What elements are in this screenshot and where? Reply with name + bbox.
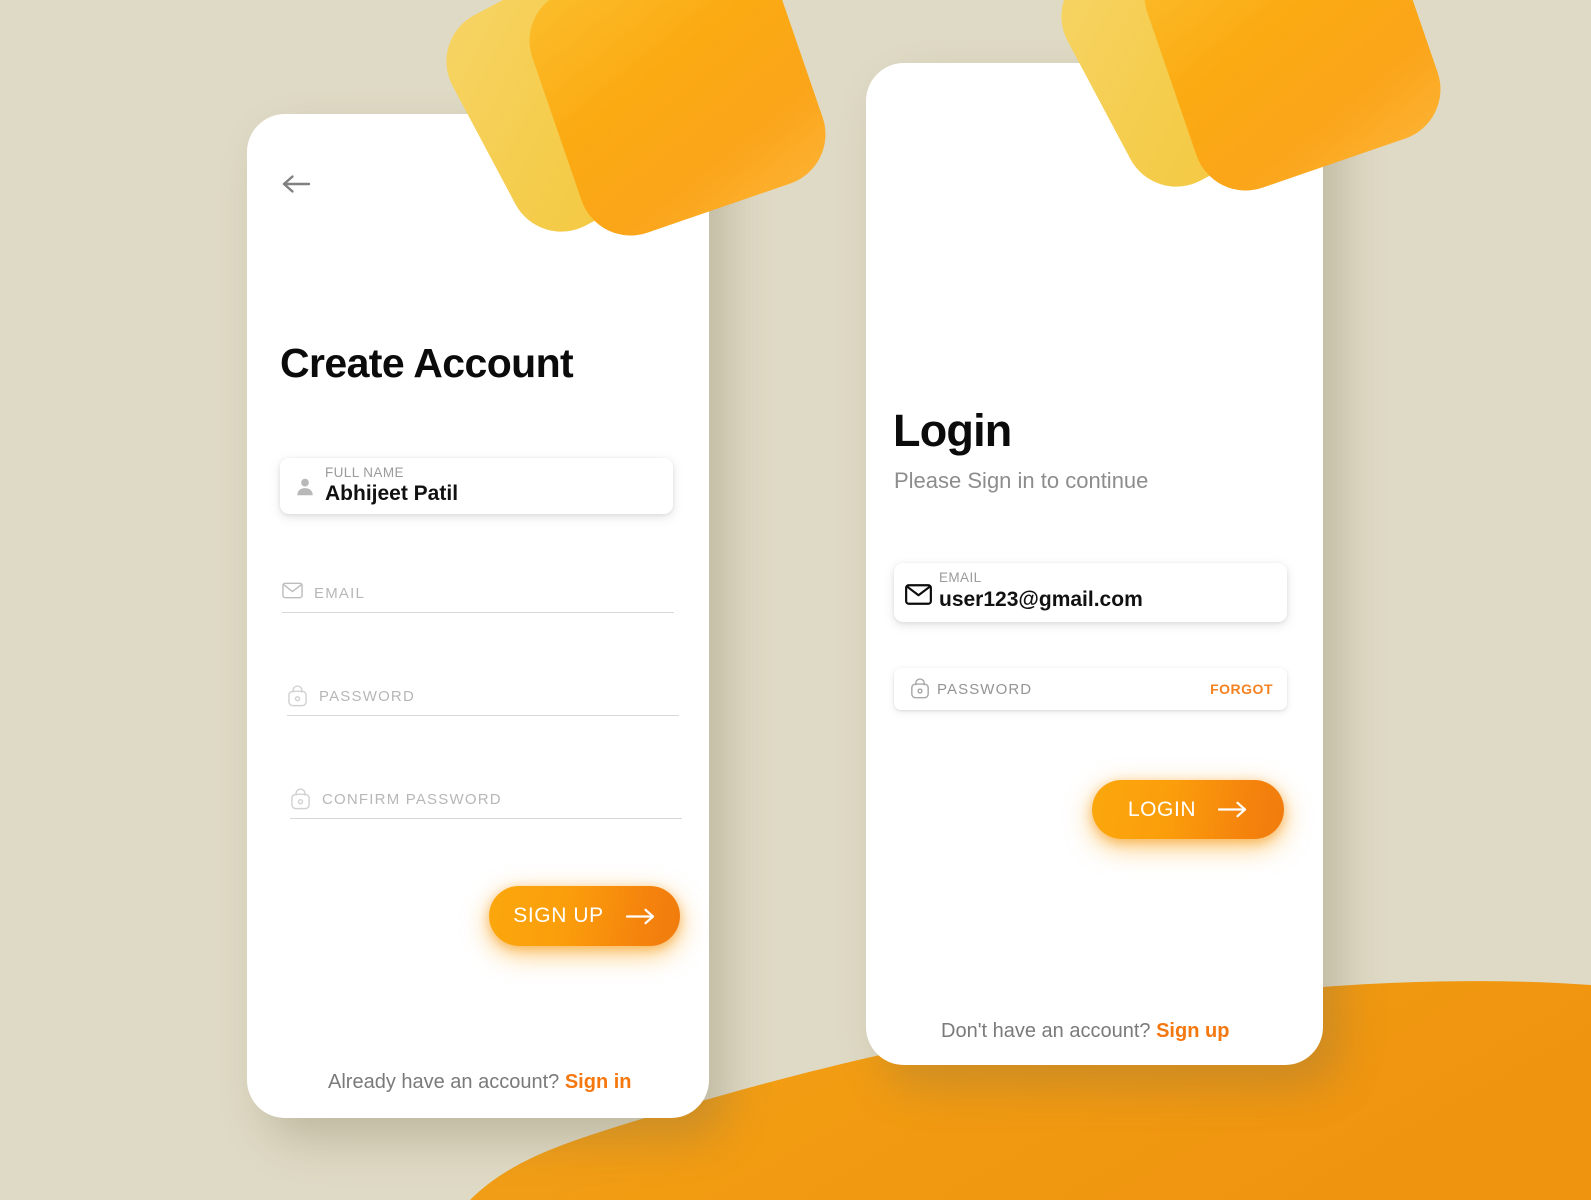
login-button-label: LOGIN: [1127, 797, 1197, 821]
password-placeholder-signup: PASSWORD: [319, 688, 415, 705]
person-icon: [297, 478, 313, 496]
back-button[interactable]: [281, 166, 327, 202]
signup-footer: Already have an account? Sign in: [328, 1071, 632, 1094]
lock-icon: [911, 678, 929, 699]
sign-up-link[interactable]: Sign up: [1156, 1020, 1229, 1042]
lock-icon: [291, 788, 310, 810]
password-field-login[interactable]: PASSWORD FORGOT: [894, 668, 1287, 710]
envelope-icon: [905, 584, 932, 605]
login-footer: Don't have an account? Sign up: [941, 1020, 1229, 1043]
password-underline: [287, 715, 679, 716]
arrow-right-icon: [625, 908, 654, 924]
email-field-login[interactable]: EMAIL user123@gmail.com: [894, 563, 1287, 622]
email-label-login: EMAIL: [939, 570, 982, 585]
login-subtitle: Please Sign in to continue: [894, 468, 1149, 493]
create-account-card: [247, 114, 709, 1118]
lock-icon: [288, 685, 307, 707]
confirm-password-underline: [290, 818, 682, 819]
email-placeholder-signup: EMAIL: [314, 585, 366, 602]
forgot-password-link[interactable]: FORGOT: [1210, 681, 1273, 697]
email-field-signup[interactable]: EMAIL: [282, 575, 674, 613]
sign-up-button-label: SIGN UP: [513, 904, 604, 927]
signup-footer-text: Already have an account?: [328, 1071, 560, 1093]
password-field-signup[interactable]: PASSWORD: [287, 678, 679, 716]
password-placeholder-login: PASSWORD: [937, 681, 1033, 698]
sign-up-button[interactable]: SIGN UP: [489, 886, 680, 946]
page-title-create-account: Create Account: [280, 340, 574, 386]
confirm-password-field-signup[interactable]: CONFIRM PASSWORD: [290, 781, 682, 819]
sign-in-link[interactable]: Sign in: [565, 1071, 632, 1093]
full-name-label: FULL NAME: [325, 465, 404, 480]
email-value-login: user123@gmail.com: [939, 588, 1143, 611]
envelope-icon: [282, 582, 303, 599]
full-name-value: Abhijeet Patil: [325, 482, 459, 505]
background-orange-wave: [470, 981, 1591, 1200]
email-underline: [282, 612, 674, 613]
login-footer-text: Don't have an account?: [941, 1020, 1151, 1042]
confirm-password-placeholder-signup: CONFIRM PASSWORD: [322, 791, 502, 808]
full-name-field[interactable]: FULL NAME Abhijeet Patil: [280, 458, 673, 514]
login-button[interactable]: LOGIN: [1092, 780, 1284, 839]
arrow-left-icon: [282, 175, 311, 193]
page-title-login: Login: [893, 405, 1012, 456]
arrow-right-icon: [1218, 801, 1247, 818]
